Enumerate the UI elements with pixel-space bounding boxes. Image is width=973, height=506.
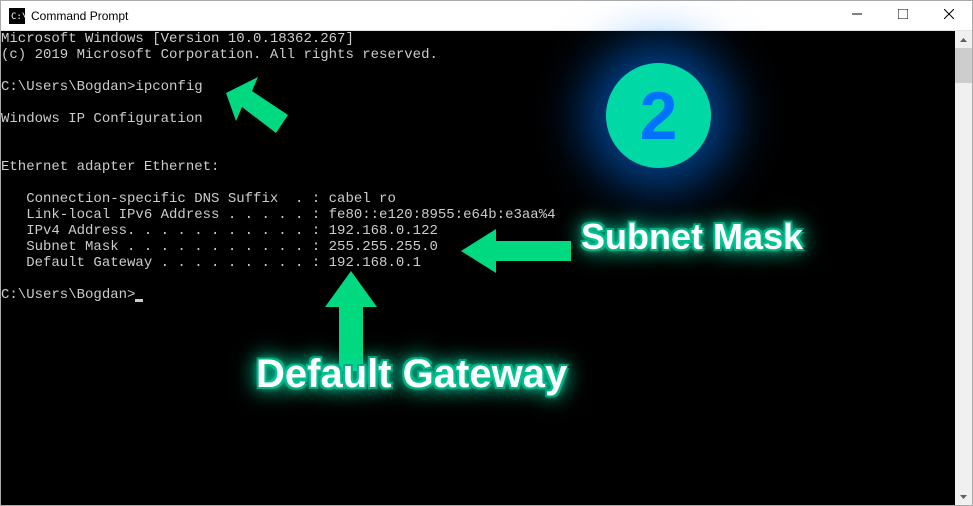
scrollbar-thumb[interactable]	[955, 48, 972, 83]
vertical-scrollbar[interactable]	[955, 31, 972, 505]
arrow-ipconfig	[226, 73, 296, 143]
prompt-1-command: ipconfig	[135, 79, 202, 95]
svg-text:C:\: C:\	[11, 12, 25, 22]
version-line: Microsoft Windows [Version 10.0.18362.26…	[1, 31, 354, 47]
titlebar[interactable]: C:\ Command Prompt	[1, 1, 972, 31]
scroll-up-arrow-icon[interactable]	[955, 31, 972, 48]
console-area: Microsoft Windows [Version 10.0.18362.26…	[1, 31, 972, 505]
close-button[interactable]	[926, 1, 972, 31]
window-controls	[834, 1, 972, 31]
dns-suffix-line: Connection-specific DNS Suffix . : cabel…	[1, 191, 396, 207]
subnet-mask-line: Subnet Mask . . . . . . . . . . . : 255.…	[1, 239, 438, 255]
ipv4-line: IPv4 Address. . . . . . . . . . . : 192.…	[1, 223, 438, 239]
ipv6-line: Link-local IPv6 Address . . . . . : fe80…	[1, 207, 556, 223]
console-output[interactable]: Microsoft Windows [Version 10.0.18362.26…	[1, 31, 955, 505]
maximize-button[interactable]	[880, 1, 926, 31]
arrow-subnet	[461, 226, 571, 276]
command-prompt-icon: C:\	[9, 8, 25, 24]
step-badge: 2	[606, 63, 711, 168]
arrow-gateway	[321, 271, 381, 371]
ip-config-heading: Windows IP Configuration	[1, 111, 203, 127]
prompt-1-path: C:\Users\Bogdan>	[1, 79, 135, 95]
scrollbar-track[interactable]	[955, 48, 972, 488]
minimize-button[interactable]	[834, 1, 880, 31]
command-prompt-window: C:\ Command Prompt Microsoft Windows [Ve…	[0, 0, 973, 506]
close-icon	[944, 9, 954, 22]
scroll-down-arrow-icon[interactable]	[955, 488, 972, 505]
prompt-2-path: C:\Users\Bogdan>	[1, 287, 135, 303]
default-gateway-line: Default Gateway . . . . . . . . . : 192.…	[1, 255, 421, 271]
subnet-mask-label: Subnet Mask	[581, 229, 803, 245]
copyright-line: (c) 2019 Microsoft Corporation. All righ…	[1, 47, 438, 63]
step-number: 2	[640, 108, 678, 124]
minimize-icon	[852, 9, 862, 22]
text-cursor	[135, 299, 143, 302]
window-title: Command Prompt	[31, 9, 834, 23]
maximize-icon	[898, 9, 908, 22]
default-gateway-label: Default Gateway	[256, 366, 567, 382]
adapter-heading: Ethernet adapter Ethernet:	[1, 159, 219, 175]
